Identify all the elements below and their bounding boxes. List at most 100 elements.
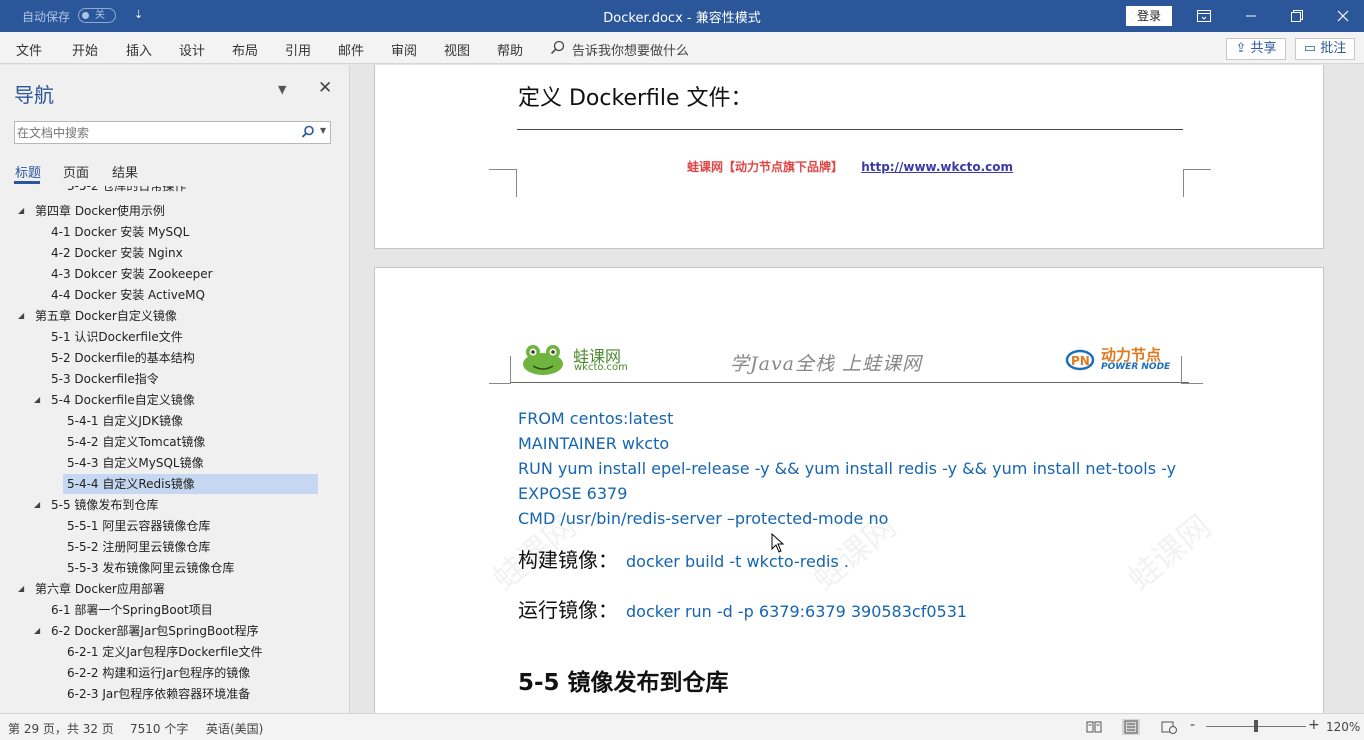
menu-design[interactable]: 设计 [179, 40, 205, 59]
menu-view[interactable]: 视图 [444, 40, 470, 59]
menu-help[interactable]: 帮助 [497, 40, 523, 59]
nav-heading-label: 6-2 Docker部署Jar包SpringBoot程序 [51, 624, 259, 638]
nav-heading-label: 4-2 Docker 安装 Nginx [51, 246, 183, 260]
nav-heading-label: 4-3 Dokcer 安装 Zookeeper [51, 267, 213, 281]
page-indicator[interactable]: 第 29 页，共 32 页 [8, 720, 114, 737]
word-count[interactable]: 7510 个字 [130, 720, 188, 737]
share-button[interactable]: ⇪ 共享 [1226, 38, 1286, 60]
power-node-logo-icon: PN [1065, 349, 1095, 371]
nav-heading-item[interactable]: 5-2 Dockerfile的基本结构 [0, 348, 330, 368]
zoom-level[interactable]: 120% [1326, 720, 1360, 734]
collapse-arrow-icon[interactable]: ◢ [18, 579, 24, 599]
nav-heading-label: 5-4-1 自定义JDK镜像 [67, 414, 184, 428]
menu-review[interactable]: 审阅 [391, 40, 417, 59]
nav-heading-item[interactable]: 6-2-2 构建和运行Jar包程序的镜像 [0, 663, 330, 683]
nav-heading-label: 第五章 Docker自定义镜像 [35, 309, 177, 323]
zoom-slider-thumb[interactable] [1254, 720, 1258, 732]
menu-layout[interactable]: 布局 [232, 40, 258, 59]
nav-search-box[interactable]: ▼ [14, 121, 331, 144]
header-slogan: 学Java全栈 上蛙课网 [730, 353, 923, 375]
frog-logo-icon [523, 345, 563, 375]
search-icon[interactable] [301, 125, 315, 139]
watermark: 蛙课网 [1120, 507, 1219, 598]
tab-results[interactable]: 结果 [112, 162, 138, 181]
run-line: 运行镜像： docker run -d -p 6379:6379 390583cf… [518, 594, 967, 623]
code-line: FROM centos:latest [518, 409, 674, 428]
crop-mark [1181, 356, 1203, 384]
tell-me-box[interactable]: 告诉我你想要做什么 [572, 40, 689, 59]
nav-heading-item[interactable]: 5-5-2 注册阿里云镜像仓库 [0, 537, 330, 557]
tab-pages[interactable]: 页面 [63, 162, 89, 181]
menu-mailings[interactable]: 邮件 [338, 40, 364, 59]
nav-heading-item[interactable]: 5-5-1 阿里云容器镜像仓库 [0, 516, 330, 536]
heading-tree: 3-5-2 仓库的日常操作 ◢ 第四章 Docker使用示例 4-1 Docker 安… [0, 186, 335, 706]
nav-heading-item[interactable]: 4-3 Dokcer 安装 Zookeeper [0, 264, 330, 284]
nav-heading-item[interactable]: ◢ 6-2 Docker部署Jar包SpringBoot程序 [0, 621, 330, 641]
search-options-chevron-icon[interactable]: ▼ [320, 126, 326, 135]
nav-heading-item[interactable]: ◢ 第六章 Docker应用部署 [0, 579, 330, 599]
nav-heading-label: 5-4-3 自定义MySQL镜像 [67, 456, 204, 470]
footer-link[interactable]: http://www.wkcto.com [861, 160, 1013, 174]
restore-icon[interactable] [1274, 0, 1320, 32]
comments-label: 批注 [1320, 41, 1347, 56]
build-line: 构建镜像： docker build -t wkcto-redis . [518, 544, 849, 573]
nav-heading-item[interactable]: 3-5-2 仓库的日常操作 [0, 186, 330, 196]
lightbulb-search-icon [550, 40, 565, 55]
close-icon[interactable] [1320, 0, 1364, 32]
zoom-in-button[interactable]: + [1308, 717, 1320, 733]
code-line: CMD /usr/bin/redis-server –protected-mod… [518, 509, 889, 528]
nav-heading-item[interactable]: ◢ 第四章 Docker使用示例 [0, 201, 330, 221]
login-button[interactable]: 登录 [1126, 6, 1172, 26]
share-icon: ⇪ [1235, 41, 1247, 56]
web-layout-icon[interactable] [1160, 719, 1178, 735]
menu-home[interactable]: 开始 [72, 40, 98, 59]
menu-insert[interactable]: 插入 [126, 40, 152, 59]
minimize-icon[interactable] [1228, 0, 1274, 32]
comment-icon: ▭ [1303, 41, 1317, 56]
code-line: RUN yum install epel-release -y && yum i… [518, 459, 1177, 478]
menu-references[interactable]: 引用 [285, 40, 311, 59]
nav-scrollbar[interactable] [336, 186, 348, 711]
zoom-out-button[interactable]: - [1190, 717, 1195, 733]
collapse-arrow-icon[interactable]: ◢ [18, 306, 24, 326]
nav-heading-label: 3-5-2 仓库的日常操作 [67, 186, 187, 193]
header-rule [511, 382, 1189, 383]
nav-heading-item[interactable]: 4-1 Docker 安装 MySQL [0, 222, 330, 242]
collapse-arrow-icon[interactable]: ◢ [34, 621, 40, 641]
nav-options-chevron-icon[interactable]: ▼ [278, 83, 286, 96]
svg-text:PN: PN [1071, 354, 1090, 368]
nav-heading-item[interactable]: 5-4-1 自定义JDK镜像 [0, 411, 330, 431]
nav-heading-item[interactable]: ◢ 第五章 Docker自定义镜像 [0, 306, 330, 326]
collapse-arrow-icon[interactable]: ◢ [34, 495, 40, 515]
nav-heading-item[interactable]: 5-3 Dockerfile指令 [0, 369, 330, 389]
nav-heading-item[interactable]: 4-2 Docker 安装 Nginx [0, 243, 330, 263]
nav-heading-item[interactable]: 5-5-3 发布镜像阿里云镜像仓库 [0, 558, 330, 578]
nav-heading-item[interactable]: 5-1 认识Dockerfile文件 [0, 327, 330, 347]
collapse-arrow-icon[interactable]: ◢ [18, 201, 24, 221]
nav-heading-item[interactable]: ◢ 5-4 Dockerfile自定义镜像 [0, 390, 330, 410]
document-scrollbar[interactable] [1353, 65, 1364, 713]
nav-heading-label: 4-4 Docker 安装 ActiveMQ [51, 288, 205, 302]
tab-headings[interactable]: 标题 [15, 162, 41, 181]
nav-heading-item[interactable]: ◢ 5-5 镜像发布到仓库 [0, 495, 330, 515]
nav-heading-item[interactable]: 5-4-2 自定义Tomcat镜像 [0, 432, 330, 452]
code-line: MAINTAINER wkcto [518, 434, 670, 453]
nav-heading-label: 4-1 Docker 安装 MySQL [51, 225, 190, 239]
nav-heading-item[interactable]: 5-4-3 自定义MySQL镜像 [0, 453, 330, 473]
nav-heading-item[interactable]: 6-1 部署一个SpringBoot项目 [0, 600, 330, 620]
nav-heading-item[interactable]: 5-4-4 自定义Redis镜像 [63, 474, 318, 494]
nav-search-input[interactable] [17, 124, 287, 141]
collapse-arrow-icon[interactable]: ◢ [34, 390, 40, 410]
print-layout-icon[interactable] [1122, 719, 1140, 735]
nav-close-icon[interactable]: ✕ [318, 78, 332, 98]
footer-rule [517, 129, 1183, 130]
read-mode-icon[interactable] [1085, 719, 1103, 735]
comments-button[interactable]: ▭ 批注 [1295, 38, 1355, 60]
mouse-cursor-icon [771, 533, 785, 553]
ribbon-display-icon[interactable] [1181, 0, 1227, 32]
menu-file[interactable]: 文件 [16, 40, 42, 59]
nav-heading-item[interactable]: 6-2-3 Jar包程序依赖容器环境准备 [0, 684, 330, 704]
nav-heading-item[interactable]: 4-4 Docker 安装 ActiveMQ [0, 285, 330, 305]
language-indicator[interactable]: 英语(美国) [206, 720, 263, 737]
nav-heading-item[interactable]: 6-2-1 定义Jar包程序Dockerfile文件 [0, 642, 330, 662]
